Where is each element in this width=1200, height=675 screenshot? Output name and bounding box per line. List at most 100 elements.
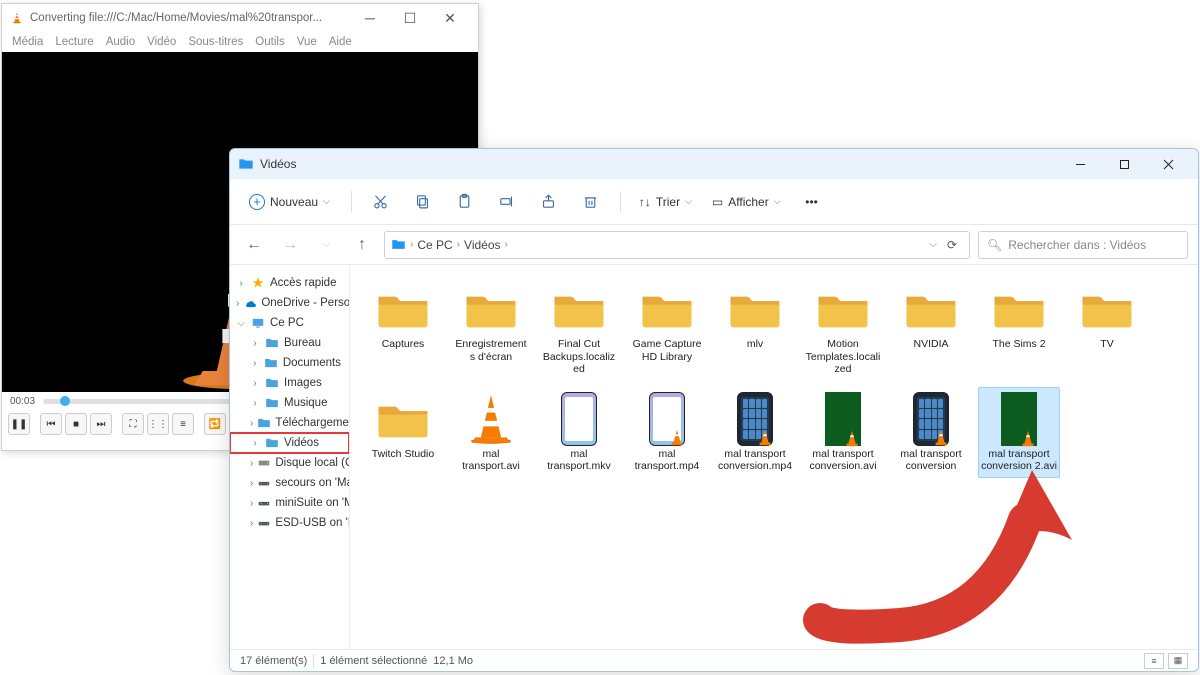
expand-arrow-icon[interactable]: › xyxy=(250,418,253,429)
copy-button[interactable] xyxy=(406,187,440,217)
explorer-titlebar[interactable]: Vidéos xyxy=(230,149,1198,179)
file-item[interactable]: mal transport conversion 2.avi xyxy=(978,387,1060,478)
expand-arrow-icon[interactable]: › xyxy=(250,358,260,369)
file-item[interactable]: mal transport.avi xyxy=(450,387,532,478)
chevron-down-icon: ⌵ xyxy=(774,196,781,207)
breadcrumb-item[interactable]: Vidéos xyxy=(464,238,500,252)
sidebar-item[interactable]: ›Musique xyxy=(230,393,349,413)
expand-arrow-icon[interactable]: › xyxy=(250,518,253,529)
vlc-playlist-button[interactable]: ≡ xyxy=(172,413,194,435)
file-item[interactable]: Final Cut Backups.localized xyxy=(538,277,620,381)
vlc-pause-button[interactable]: ❚❚ xyxy=(8,413,30,435)
view-details-button[interactable]: ≡ xyxy=(1144,653,1164,669)
nav-forward-button[interactable]: → xyxy=(276,231,304,259)
file-item[interactable]: Game Capture HD Library xyxy=(626,277,708,381)
expand-arrow-icon[interactable]: › xyxy=(250,438,260,449)
vlc-loop-button[interactable]: 🔁 xyxy=(204,413,226,435)
sidebar-item-label: Bureau xyxy=(284,337,321,349)
cut-button[interactable] xyxy=(364,187,398,217)
explorer-minimize-button[interactable] xyxy=(1058,150,1102,178)
nav-recent-button[interactable]: ⌵ xyxy=(312,231,340,259)
chevron-down-icon[interactable]: ⌵ xyxy=(929,239,937,250)
vlc-maximize-button[interactable]: ☐ xyxy=(390,5,430,31)
sidebar-item[interactable]: ›miniSuite on 'M xyxy=(230,493,349,513)
new-button[interactable]: + Nouveau ⌵ xyxy=(240,189,339,215)
vlc-close-button[interactable]: ✕ xyxy=(430,5,470,31)
file-item[interactable]: Captures xyxy=(362,277,444,381)
file-item[interactable]: Twitch Studio xyxy=(362,387,444,478)
expand-arrow-icon[interactable]: › xyxy=(250,458,253,469)
file-item[interactable]: mal transport conversion.mp4 xyxy=(714,387,796,478)
vlc-menu-media[interactable]: Média xyxy=(12,36,43,48)
explorer-content[interactable]: CapturesEnregistrements d'écranFinal Cut… xyxy=(350,265,1198,649)
vlc-menu-video[interactable]: Vidéo xyxy=(147,36,176,48)
nav-up-button[interactable]: ↑ xyxy=(348,231,376,259)
nav-back-button[interactable]: ← xyxy=(240,231,268,259)
refresh-button[interactable]: ⟳ xyxy=(941,238,963,252)
expand-arrow-icon[interactable]: › xyxy=(236,298,239,309)
vlc-menu-audio[interactable]: Audio xyxy=(106,36,135,48)
file-item[interactable]: mal transport.mp4 xyxy=(626,387,708,478)
expand-arrow-icon[interactable]: › xyxy=(250,378,260,389)
file-item[interactable]: mal transport.mkv xyxy=(538,387,620,478)
sidebar-item[interactable]: ›Documents xyxy=(230,353,349,373)
sidebar-item[interactable]: ›ESD-USB on 'M xyxy=(230,513,349,533)
paste-button[interactable] xyxy=(448,187,482,217)
expand-arrow-icon[interactable]: › xyxy=(236,278,246,289)
more-button[interactable]: ••• xyxy=(795,187,829,217)
file-item[interactable]: Enregistrements d'écran xyxy=(450,277,532,381)
breadcrumb-item[interactable]: Ce PC xyxy=(417,238,452,252)
vlc-extended-button[interactable]: ⋮⋮ xyxy=(147,413,169,435)
netdrive-icon xyxy=(257,496,271,510)
expand-arrow-icon[interactable]: › xyxy=(250,478,253,489)
vlc-minimize-button[interactable]: ─ xyxy=(350,5,390,31)
file-item[interactable]: Motion Templates.localized xyxy=(802,277,884,381)
file-item[interactable]: NVIDIA xyxy=(890,277,972,381)
explorer-close-button[interactable] xyxy=(1146,150,1190,178)
vlc-menu-outils[interactable]: Outils xyxy=(255,36,284,48)
sidebar-item[interactable]: ›Images xyxy=(230,373,349,393)
explorer-maximize-button[interactable] xyxy=(1102,150,1146,178)
delete-button[interactable] xyxy=(574,187,608,217)
rename-button[interactable] xyxy=(490,187,524,217)
sidebar-item[interactable]: ›Vidéos xyxy=(230,433,349,453)
view-button[interactable]: ▭ Afficher ⌵ xyxy=(706,191,787,213)
file-item[interactable]: TV xyxy=(1066,277,1148,381)
vlc-menu-aide[interactable]: Aide xyxy=(329,36,352,48)
search-box[interactable]: 🔍︎ Rechercher dans : Vidéos xyxy=(978,231,1188,259)
vlc-fullscreen-button[interactable]: ⛶ xyxy=(122,413,144,435)
file-item[interactable]: mal transport conversion.avi xyxy=(802,387,884,478)
share-button[interactable] xyxy=(532,187,566,217)
view-icons-button[interactable]: ▦ xyxy=(1168,653,1188,669)
vlc-menu-lecture[interactable]: Lecture xyxy=(55,36,93,48)
expand-arrow-icon[interactable]: ⌵ xyxy=(236,318,246,329)
vlc-seek-knob[interactable] xyxy=(60,396,70,406)
folder-icon xyxy=(371,282,435,336)
status-size: 12,1 Mo xyxy=(433,655,473,667)
file-item[interactable]: mlv xyxy=(714,277,796,381)
sidebar-item[interactable]: ›secours on 'Ma xyxy=(230,473,349,493)
vlc-menu-soustitres[interactable]: Sous-titres xyxy=(188,36,243,48)
file-item[interactable]: The Sims 2 xyxy=(978,277,1060,381)
sidebar-item[interactable]: ⌵Ce PC xyxy=(230,313,349,333)
sort-button[interactable]: ↑↓ Trier ⌵ xyxy=(633,191,698,213)
file-item[interactable]: mal transport conversion xyxy=(890,387,972,478)
video-thumbnail xyxy=(547,392,611,446)
vlc-menu-vue[interactable]: Vue xyxy=(297,36,317,48)
sidebar-item[interactable]: ›Téléchargement xyxy=(230,413,349,433)
vlc-stop-button[interactable]: ■ xyxy=(65,413,87,435)
sidebar-item[interactable]: › Bureau xyxy=(230,333,349,353)
vlc-next-button[interactable]: ⏭ xyxy=(90,413,112,435)
toolbar-separator xyxy=(620,191,621,213)
sidebar-item[interactable]: ›OneDrive - Perso xyxy=(230,293,349,313)
sidebar-item[interactable]: ›Disque local (C xyxy=(230,453,349,473)
expand-arrow-icon[interactable]: › xyxy=(250,398,260,409)
file-label: mlv xyxy=(747,338,763,351)
address-bar[interactable]: › Ce PC › Vidéos › ⌵ ⟳ xyxy=(384,231,970,259)
expand-arrow-icon[interactable]: › xyxy=(250,338,260,349)
vlc-titlebar[interactable]: Converting file:///C:/Mac/Home/Movies/ma… xyxy=(2,4,478,32)
vlc-prev-button[interactable]: ⏮ xyxy=(40,413,62,435)
sidebar-item[interactable]: ›Accès rapide xyxy=(230,273,349,293)
expand-arrow-icon[interactable]: › xyxy=(250,498,253,509)
chevron-down-icon: ⌵ xyxy=(323,196,330,207)
